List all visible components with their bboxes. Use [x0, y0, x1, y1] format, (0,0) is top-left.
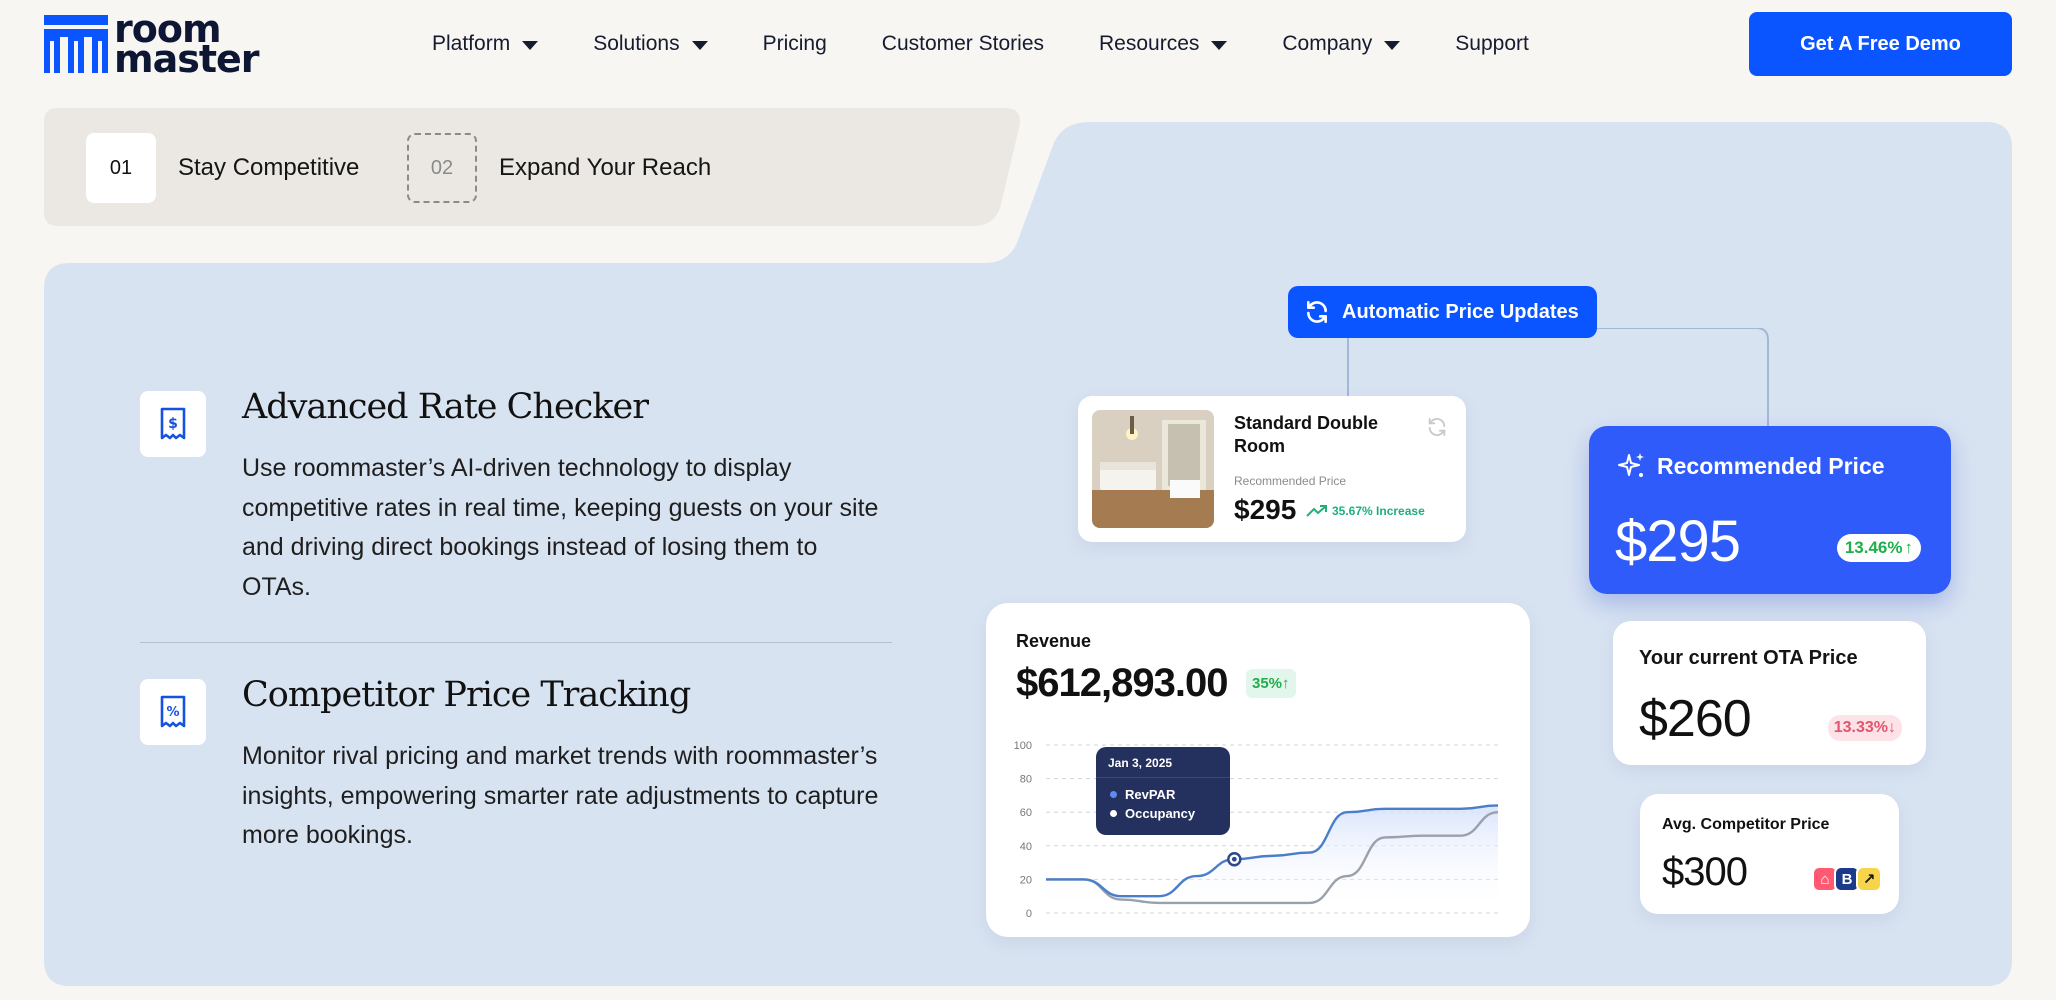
- menu-support[interactable]: Support: [1455, 28, 1529, 60]
- room-title: Standard Double Room: [1234, 413, 1379, 456]
- competitor-price-card: Avg. Competitor Price $300 ⌂ B ↗: [1640, 794, 1899, 914]
- recommended-price-label: Recommended Price: [1234, 474, 1347, 488]
- caret-down-icon: [1211, 40, 1228, 50]
- svg-text:$: $: [168, 416, 178, 432]
- ota-price: $260: [1639, 690, 1752, 748]
- legend-dot: [1110, 810, 1117, 817]
- y-tick-label: 60: [1020, 807, 1032, 819]
- refresh-icon: [1307, 300, 1327, 324]
- percent-receipt-icon: %: [140, 679, 206, 745]
- logo-wordmark: room master: [114, 7, 260, 81]
- menu-solutions[interactable]: Solutions: [593, 28, 708, 60]
- menu-resources[interactable]: Resources: [1099, 28, 1228, 60]
- legend-dot: [1110, 791, 1117, 798]
- room-card: Standard Double Room Recommended Price $…: [1078, 396, 1466, 542]
- revenue-change-badge: 35%↑: [1246, 669, 1296, 698]
- y-tick-label: 0: [1026, 908, 1032, 920]
- feature-description: Monitor rival pricing and market trends …: [242, 742, 879, 849]
- feature-divider: [140, 642, 892, 643]
- y-tick-label: 80: [1020, 774, 1032, 786]
- caret-down-icon: [522, 40, 539, 50]
- recommended-title: Recommended Price: [1657, 453, 1885, 479]
- roommaster-logo[interactable]: room master: [44, 7, 260, 81]
- top-navigation: room master Platform Solutions Pricing C…: [0, 0, 2056, 88]
- tooltip-date: Jan 3, 2025: [1108, 756, 1173, 770]
- refresh-icon[interactable]: [1426, 416, 1448, 438]
- room-price: $295: [1234, 494, 1297, 525]
- automatic-price-updates-badge: Automatic Price Updates: [1288, 286, 1597, 338]
- arrow-up-icon: ↑: [1904, 538, 1914, 557]
- recommended-price: $295: [1615, 509, 1741, 574]
- feature-title: Competitor Price Tracking: [242, 675, 691, 715]
- menu-platform[interactable]: Platform: [432, 28, 539, 60]
- revenue-label: Revenue: [1016, 631, 1092, 651]
- feature-advanced-rate-checker: $ Advanced Rate Checker Use roommaster’s…: [140, 387, 892, 611]
- arrow-up-icon: ↑: [1282, 675, 1290, 692]
- feature-competitor-price-tracking: % Competitor Price Tracking Monitor riva…: [140, 675, 892, 859]
- expedia-logo-icon: ↗: [1856, 866, 1882, 892]
- y-tick-label: 100: [1014, 740, 1032, 752]
- feature-description: Use roommaster’s AI-driven technology to…: [242, 454, 879, 601]
- menu-company[interactable]: Company: [1282, 28, 1401, 60]
- revenue-line-chart: 0 20 40 60 80 100: [1014, 740, 1499, 920]
- chart-tooltip: Jan 3, 2025 RevPAR Occupancy: [1096, 747, 1230, 835]
- menu-customer-stories[interactable]: Customer Stories: [882, 28, 1044, 60]
- ota-title: Your current OTA Price: [1639, 647, 1858, 669]
- feature-title: Advanced Rate Checker: [242, 387, 649, 427]
- recommended-price-card: Recommended Price $295 13.46% ↑: [1589, 426, 1951, 594]
- tooltip-item-occupancy: Occupancy: [1110, 806, 1195, 821]
- arrow-down-icon: ↓: [1888, 719, 1896, 736]
- caret-down-icon: [1384, 40, 1401, 50]
- caret-down-icon: [691, 40, 708, 50]
- price-increase: 35.67% Increase: [1306, 504, 1425, 518]
- ota-price-card: Your current OTA Price $260 13.33%↓: [1613, 621, 1926, 765]
- room-photo: [1092, 410, 1214, 528]
- logo-icon: [44, 15, 108, 73]
- recommended-change-badge: 13.46% ↑: [1836, 534, 1921, 562]
- menu-pricing[interactable]: Pricing: [763, 28, 827, 60]
- y-tick-label: 20: [1020, 874, 1032, 886]
- trend-up-icon: [1306, 505, 1327, 517]
- svg-text:%: %: [166, 705, 179, 720]
- revenue-card: Revenue $612,893.00 35%↑ 0 20 40 60 80 100 Ja…: [986, 603, 1530, 937]
- dollar-receipt-icon: $: [140, 391, 206, 457]
- y-tick-label: 40: [1020, 841, 1032, 853]
- tooltip-item-revpar: RevPAR: [1110, 787, 1175, 802]
- get-free-demo-button[interactable]: Get A Free Demo: [1749, 12, 2012, 76]
- highlight-point-center: [1231, 856, 1237, 862]
- competitor-title: Avg. Competitor Price: [1662, 816, 1830, 833]
- competitor-price: $300: [1662, 850, 1748, 894]
- revenue-value: $612,893.00: [1016, 661, 1228, 705]
- sparkle-icon: [1618, 453, 1644, 477]
- main-menu: Platform Solutions Pricing Customer Stor…: [432, 28, 1584, 60]
- ota-change-badge: 13.33%↓: [1827, 715, 1902, 741]
- badge-label: Automatic Price Updates: [1342, 300, 1579, 323]
- ota-logos: ⌂ B ↗: [1812, 866, 1882, 892]
- tooltip-divider: [1096, 777, 1230, 778]
